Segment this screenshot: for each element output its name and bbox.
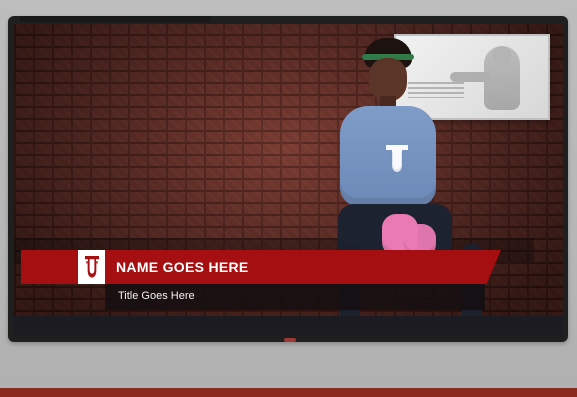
lower-third-name: NAME GOES HERE — [116, 259, 249, 275]
lower-third: NAME GOES HERE Title Goes Here — [14, 250, 563, 320]
bottom-brand-strip — [0, 388, 577, 397]
shirt-iu-logo-icon — [382, 142, 412, 176]
poster-figure — [450, 46, 520, 110]
iu-trident-logo-icon — [84, 256, 99, 278]
tv-screen: NAME GOES HERE Title Goes Here — [14, 24, 563, 335]
tv-indicator — [284, 338, 296, 342]
lower-third-logo — [78, 250, 105, 284]
tv-bezel-accent — [20, 16, 210, 22]
lower-third-title: Title Goes Here — [118, 290, 195, 302]
